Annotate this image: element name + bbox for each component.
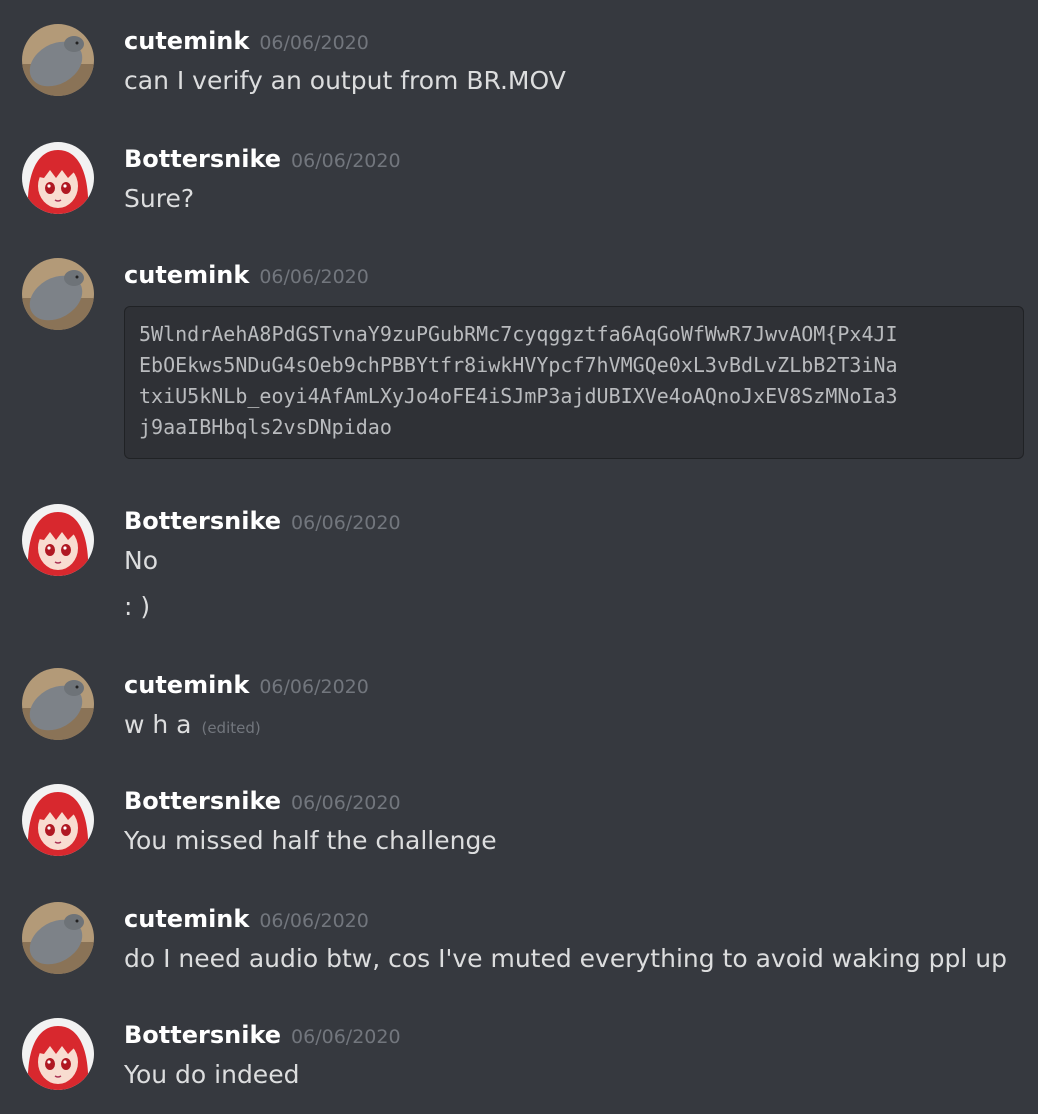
timestamp[interactable]: 06/06/2020	[291, 792, 401, 814]
message-text: w h a (edited)	[124, 708, 261, 745]
username[interactable]: Bottersnike	[124, 787, 281, 815]
message-header: cutemink 06/06/2020	[124, 668, 369, 705]
message-text: : )	[124, 592, 151, 621]
anime-girl-avatar-icon[interactable]	[22, 784, 94, 856]
message-text: do I need audio btw, cos I've muted ever…	[124, 944, 1007, 973]
message-header: Bottersnike 06/06/2020	[124, 1018, 401, 1055]
edited-label: (edited)	[201, 719, 261, 737]
code-line: EbOEkws5NDuG4sOeb9chPBBYtfr8iwkHVYpcf7hV…	[139, 353, 898, 377]
message-text-content: w h a	[124, 710, 192, 739]
code-block[interactable]: 5WlndrAehA8PdGSTvnaY9zuPGubRMc7cyqggztfa…	[124, 306, 1024, 459]
timestamp[interactable]: 06/06/2020	[291, 150, 401, 172]
username[interactable]: cutemink	[124, 27, 249, 55]
message-header: cutemink 06/06/2020	[124, 24, 369, 61]
code-line: txiU5kNLb_eoyi4AfAmLXyJo4oFE4iSJmP3ajdUB…	[139, 384, 898, 408]
message-text: Sure?	[124, 184, 195, 213]
anime-girl-avatar-icon[interactable]	[22, 504, 94, 576]
code-line: 5WlndrAehA8PdGSTvnaY9zuPGubRMc7cyqggztfa…	[139, 322, 898, 346]
message-header: Bottersnike 06/06/2020	[124, 504, 401, 541]
username[interactable]: cutemink	[124, 671, 249, 699]
username[interactable]: Bottersnike	[124, 1021, 281, 1049]
seal-avatar-icon[interactable]	[22, 902, 94, 974]
anime-girl-avatar-icon[interactable]	[22, 142, 94, 214]
message-text: You missed half the challenge	[124, 826, 497, 855]
timestamp[interactable]: 06/06/2020	[291, 512, 401, 534]
username[interactable]: cutemink	[124, 905, 249, 933]
message-header: Bottersnike 06/06/2020	[124, 142, 401, 179]
seal-avatar-icon[interactable]	[22, 258, 94, 330]
timestamp[interactable]: 06/06/2020	[259, 910, 369, 932]
timestamp[interactable]: 06/06/2020	[259, 266, 369, 288]
anime-girl-avatar-icon[interactable]	[22, 1018, 94, 1090]
message-header: cutemink 06/06/2020	[124, 902, 369, 939]
code-line: j9aaIBHbqls2vsDNpidao	[139, 415, 392, 439]
timestamp[interactable]: 06/06/2020	[259, 676, 369, 698]
message-text: can I verify an output from BR.MOV	[124, 66, 566, 95]
username[interactable]: cutemink	[124, 261, 249, 289]
timestamp[interactable]: 06/06/2020	[291, 1026, 401, 1048]
message-header: Bottersnike 06/06/2020	[124, 784, 401, 821]
message-text: No	[124, 546, 158, 575]
seal-avatar-icon[interactable]	[22, 24, 94, 96]
seal-avatar-icon[interactable]	[22, 668, 94, 740]
username[interactable]: Bottersnike	[124, 145, 281, 173]
message-text: You do indeed	[124, 1060, 300, 1089]
username[interactable]: Bottersnike	[124, 507, 281, 535]
message-header: cutemink 06/06/2020	[124, 258, 369, 295]
timestamp[interactable]: 06/06/2020	[259, 32, 369, 54]
